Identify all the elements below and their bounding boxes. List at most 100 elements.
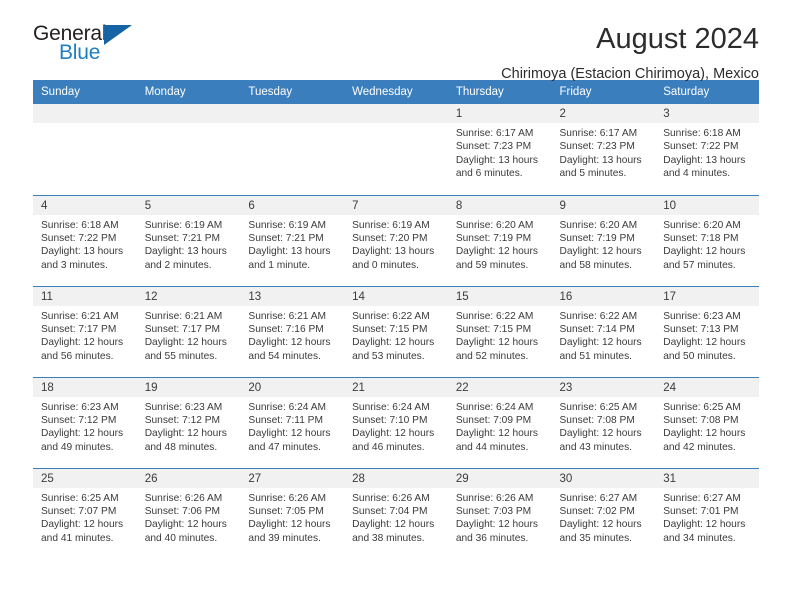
calendar-day-cell[interactable]: 13 Sunrise: 6:21 AM Sunset: 7:16 PM Dayl…	[240, 285, 345, 377]
calendar-day-cell[interactable]	[136, 104, 241, 195]
day-number: 1	[447, 104, 552, 123]
calendar-day-cell[interactable]: 15 Sunrise: 6:22 AM Sunset: 7:15 PM Dayl…	[447, 285, 552, 377]
daylight-text-line2: and 54 minutes.	[248, 350, 321, 362]
sunrise-text: Sunrise: 6:25 AM	[559, 401, 638, 413]
day-details: Sunrise: 6:22 AM Sunset: 7:14 PM Dayligh…	[552, 306, 656, 364]
calendar-day-cell[interactable]: 9 Sunrise: 6:20 AM Sunset: 7:19 PM Dayli…	[551, 194, 656, 286]
day-number: 26	[136, 468, 241, 488]
calendar-day-cell[interactable]: 27 Sunrise: 6:26 AM Sunset: 7:05 PM Dayl…	[240, 467, 345, 559]
daylight-text-line1: Daylight: 12 hours	[559, 428, 642, 440]
sunrise-text: Sunrise: 6:22 AM	[455, 310, 534, 322]
day-details: Sunrise: 6:18 AM Sunset: 7:22 PM Dayligh…	[33, 215, 137, 273]
sunrise-text: Sunrise: 6:20 AM	[455, 219, 534, 231]
calendar-day-cell[interactable]: 2 Sunrise: 6:17 AM Sunset: 7:23 PM Dayli…	[551, 104, 656, 195]
daylight-text-line1: Daylight: 13 hours	[455, 154, 538, 166]
day-details: Sunrise: 6:25 AM Sunset: 7:08 PM Dayligh…	[655, 397, 759, 455]
sunset-text: Sunset: 7:08 PM	[559, 414, 635, 426]
day-number: 18	[33, 377, 137, 397]
calendar-day-cell[interactable]: 12 Sunrise: 6:21 AM Sunset: 7:17 PM Dayl…	[136, 285, 241, 377]
calendar-day-cell[interactable]: 4 Sunrise: 6:18 AM Sunset: 7:22 PM Dayli…	[33, 194, 137, 286]
day-number: 4	[33, 195, 137, 215]
day-details: Sunrise: 6:26 AM Sunset: 7:04 PM Dayligh…	[344, 488, 448, 546]
daylight-text-line2: and 34 minutes.	[663, 532, 736, 544]
daylight-text-line1: Daylight: 12 hours	[663, 337, 746, 349]
sunset-text: Sunset: 7:15 PM	[455, 323, 532, 335]
sunrise-text: Sunrise: 6:24 AM	[352, 401, 430, 413]
calendar-day-cell[interactable]: 19 Sunrise: 6:23 AM Sunset: 7:12 PM Dayl…	[136, 376, 241, 468]
calendar-day-cell[interactable]: 6 Sunrise: 6:19 AM Sunset: 7:21 PM Dayli…	[240, 194, 345, 286]
day-details: Sunrise: 6:25 AM Sunset: 7:08 PM Dayligh…	[552, 397, 656, 455]
calendar-body: 1 Sunrise: 6:17 AM Sunset: 7:23 PM Dayli…	[33, 104, 759, 559]
calendar-day-cell[interactable]: 24 Sunrise: 6:25 AM Sunset: 7:08 PM Dayl…	[655, 376, 759, 468]
weekday-header-wednesday: Wednesday	[344, 80, 448, 104]
day-details: Sunrise: 6:26 AM Sunset: 7:06 PM Dayligh…	[137, 488, 241, 546]
calendar-day-cell[interactable]	[240, 104, 345, 195]
calendar-day-cell[interactable]: 11 Sunrise: 6:21 AM Sunset: 7:17 PM Dayl…	[33, 285, 137, 377]
logo-triangle-icon	[104, 25, 132, 45]
weekday-header-monday: Monday	[136, 80, 241, 104]
daylight-text-line2: and 39 minutes.	[248, 532, 321, 544]
daylight-text-line2: and 0 minutes.	[352, 259, 419, 271]
daylight-text-line1: Daylight: 12 hours	[248, 337, 331, 349]
calendar-day-cell[interactable]: 29 Sunrise: 6:26 AM Sunset: 7:03 PM Dayl…	[447, 467, 552, 559]
calendar-day-cell[interactable]: 23 Sunrise: 6:25 AM Sunset: 7:08 PM Dayl…	[551, 376, 656, 468]
daylight-text-line2: and 59 minutes.	[455, 259, 529, 271]
sunrise-text: Sunrise: 6:18 AM	[663, 128, 741, 139]
daylight-text-line2: and 49 minutes.	[41, 441, 114, 453]
sunrise-text: Sunrise: 6:26 AM	[455, 492, 534, 504]
day-details: Sunrise: 6:20 AM Sunset: 7:19 PM Dayligh…	[448, 215, 552, 273]
day-number: 22	[447, 377, 552, 397]
daylight-text-line1: Daylight: 12 hours	[248, 519, 331, 531]
sunset-text: Sunset: 7:05 PM	[248, 505, 324, 517]
calendar-day-cell[interactable]: 31 Sunrise: 6:27 AM Sunset: 7:01 PM Dayl…	[655, 467, 759, 559]
calendar-day-cell[interactable]: 1 Sunrise: 6:17 AM Sunset: 7:23 PM Dayli…	[447, 104, 552, 195]
calendar-day-cell[interactable]: 28 Sunrise: 6:26 AM Sunset: 7:04 PM Dayl…	[344, 467, 448, 559]
calendar-day-cell[interactable]: 30 Sunrise: 6:27 AM Sunset: 7:02 PM Dayl…	[551, 467, 656, 559]
day-details: Sunrise: 6:26 AM Sunset: 7:03 PM Dayligh…	[448, 488, 552, 546]
daylight-text-line1: Daylight: 12 hours	[144, 428, 227, 440]
calendar-day-cell[interactable]: 22 Sunrise: 6:24 AM Sunset: 7:09 PM Dayl…	[447, 376, 552, 468]
day-details: Sunrise: 6:23 AM Sunset: 7:13 PM Dayligh…	[655, 306, 759, 364]
daylight-text-line2: and 5 minutes.	[559, 168, 627, 180]
day-number: 27	[240, 468, 345, 488]
daylight-text-line2: and 48 minutes.	[144, 441, 218, 453]
calendar-day-cell[interactable]: 14 Sunrise: 6:22 AM Sunset: 7:15 PM Dayl…	[344, 285, 448, 377]
calendar-day-cell[interactable]: 21 Sunrise: 6:24 AM Sunset: 7:10 PM Dayl…	[344, 376, 448, 468]
calendar-day-cell[interactable]: 10 Sunrise: 6:20 AM Sunset: 7:18 PM Dayl…	[655, 194, 759, 286]
sunset-text: Sunset: 7:07 PM	[41, 505, 117, 517]
daylight-text-line2: and 58 minutes.	[559, 259, 633, 271]
sunrise-text: Sunrise: 6:23 AM	[41, 401, 119, 413]
calendar-day-cell[interactable]: 17 Sunrise: 6:23 AM Sunset: 7:13 PM Dayl…	[655, 285, 759, 377]
day-number: 28	[344, 468, 448, 488]
day-details: Sunrise: 6:22 AM Sunset: 7:15 PM Dayligh…	[448, 306, 552, 364]
sunset-text: Sunset: 7:02 PM	[559, 505, 635, 517]
calendar-day-cell[interactable]: 8 Sunrise: 6:20 AM Sunset: 7:19 PM Dayli…	[447, 194, 552, 286]
sunrise-text: Sunrise: 6:22 AM	[559, 310, 638, 322]
calendar-day-cell[interactable]	[33, 104, 137, 195]
sunrise-text: Sunrise: 6:25 AM	[663, 401, 741, 413]
day-details	[240, 123, 344, 127]
day-number: 11	[33, 286, 137, 306]
day-number: 21	[344, 377, 448, 397]
calendar-day-cell[interactable]	[344, 104, 448, 195]
day-details: Sunrise: 6:25 AM Sunset: 7:07 PM Dayligh…	[33, 488, 137, 546]
calendar-day-cell[interactable]: 25 Sunrise: 6:25 AM Sunset: 7:07 PM Dayl…	[33, 467, 137, 559]
calendar-day-cell[interactable]: 5 Sunrise: 6:19 AM Sunset: 7:21 PM Dayli…	[136, 194, 241, 286]
calendar-day-cell[interactable]: 26 Sunrise: 6:26 AM Sunset: 7:06 PM Dayl…	[136, 467, 241, 559]
calendar-day-cell[interactable]: 3 Sunrise: 6:18 AM Sunset: 7:22 PM Dayli…	[655, 104, 759, 195]
page-subtitle: Chirimoya (Estacion Chirimoya), Mexico	[501, 66, 759, 82]
calendar-day-cell[interactable]: 16 Sunrise: 6:22 AM Sunset: 7:14 PM Dayl…	[551, 285, 656, 377]
daylight-text-line1: Daylight: 12 hours	[559, 519, 642, 531]
daylight-text-line2: and 46 minutes.	[352, 441, 425, 453]
daylight-text-line2: and 51 minutes.	[559, 350, 633, 362]
calendar-day-cell[interactable]: 7 Sunrise: 6:19 AM Sunset: 7:20 PM Dayli…	[344, 194, 448, 286]
day-details: Sunrise: 6:22 AM Sunset: 7:15 PM Dayligh…	[344, 306, 448, 364]
calendar-day-cell[interactable]: 20 Sunrise: 6:24 AM Sunset: 7:11 PM Dayl…	[240, 376, 345, 468]
calendar-week-row: 11 Sunrise: 6:21 AM Sunset: 7:17 PM Dayl…	[33, 285, 759, 377]
calendar-day-cell[interactable]: 18 Sunrise: 6:23 AM Sunset: 7:12 PM Dayl…	[33, 376, 137, 468]
daylight-text-line2: and 4 minutes.	[663, 168, 731, 180]
general-blue-logo: General Blue	[33, 22, 153, 68]
sunset-text: Sunset: 7:20 PM	[352, 232, 428, 244]
day-details: Sunrise: 6:27 AM Sunset: 7:02 PM Dayligh…	[552, 488, 656, 546]
sunset-text: Sunset: 7:01 PM	[663, 505, 739, 517]
